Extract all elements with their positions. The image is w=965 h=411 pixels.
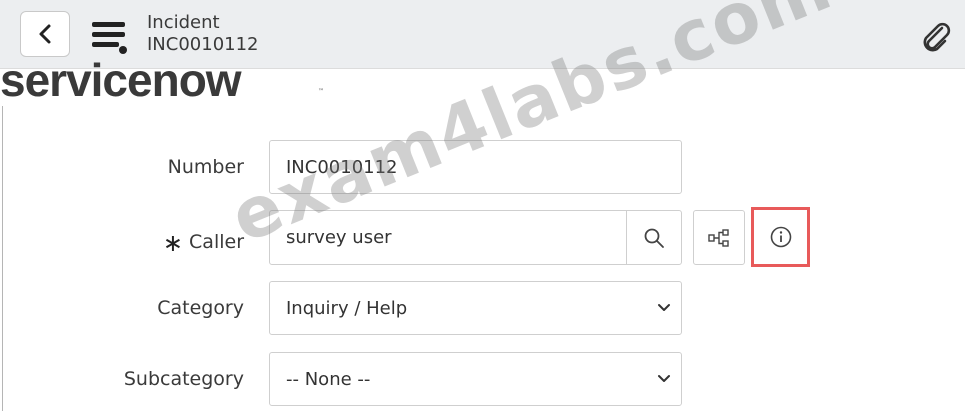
category-label: Category — [157, 297, 244, 319]
caller-lookup-button[interactable] — [626, 210, 682, 265]
category-value: Inquiry / Help — [286, 297, 408, 319]
panel-border — [2, 106, 3, 411]
chevron-down-icon — [658, 304, 670, 311]
record-title: Incident INC0010112 — [147, 12, 259, 56]
number-field[interactable]: INC0010112 — [269, 140, 682, 194]
required-marker: ∗ — [162, 229, 184, 257]
show-dependencies-button[interactable] — [693, 210, 745, 265]
info-button-highlight — [751, 207, 810, 267]
paperclip-icon — [923, 22, 951, 52]
number-value: INC0010112 — [286, 156, 398, 178]
subcategory-value: -- None -- — [286, 368, 371, 390]
subcategory-label: Subcategory — [123, 368, 244, 390]
chevron-left-icon — [39, 24, 51, 44]
caller-label-text: Caller — [189, 231, 244, 253]
relationship-graph-icon — [708, 228, 729, 247]
caller-label: ∗ Caller — [44, 226, 244, 257]
caller-field[interactable]: survey user — [269, 210, 627, 265]
caller-value: survey user — [286, 227, 392, 248]
number-label: Number — [167, 156, 244, 178]
hamburger-menu-icon[interactable] — [92, 22, 132, 56]
logo-text: servicenow — [0, 54, 242, 106]
record-number: INC0010112 — [147, 34, 259, 55]
chevron-down-icon — [658, 375, 670, 382]
search-icon — [644, 228, 664, 248]
logo-trademark: ™ — [318, 88, 324, 95]
category-select[interactable]: Inquiry / Help — [269, 281, 682, 335]
servicenow-logo: servicenow — [0, 54, 242, 106]
record-type: Incident — [147, 12, 220, 33]
subcategory-select[interactable]: -- None -- — [269, 352, 682, 406]
attachment-button[interactable] — [918, 20, 952, 58]
back-button[interactable] — [20, 11, 70, 57]
